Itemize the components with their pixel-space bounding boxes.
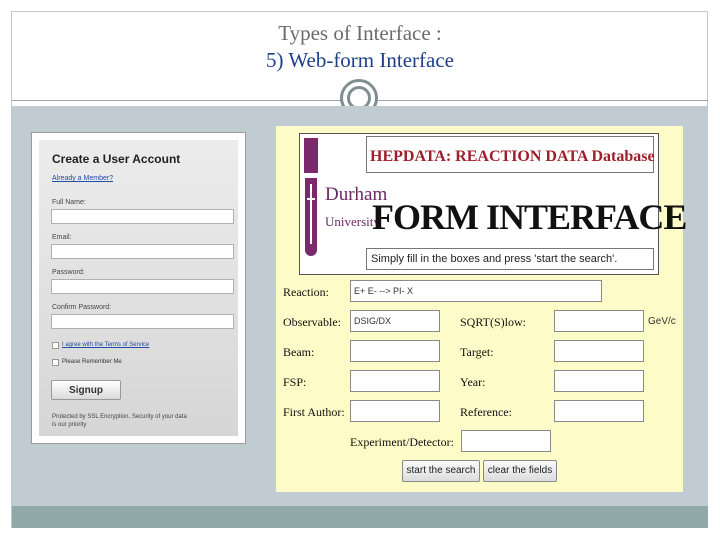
durham-cross-icon <box>305 178 317 256</box>
beam-label: Beam: <box>283 345 315 359</box>
target-label: Target: <box>460 345 494 359</box>
full-name-label: Full Name: <box>52 199 86 206</box>
password-input[interactable] <box>51 279 234 294</box>
full-name-input[interactable] <box>51 209 234 224</box>
year-label: Year: <box>460 375 486 389</box>
confirm-password-input[interactable] <box>51 314 234 329</box>
first-author-label: First Author: <box>283 405 345 419</box>
hepdata-form-panel: Durham University HEPDATA: REACTION DATA… <box>276 126 687 492</box>
clear-fields-button[interactable]: clear the fields <box>483 460 557 482</box>
fsp-label: FSP: <box>283 375 307 389</box>
security-note: Protected by SSL Encryption, Security of… <box>52 414 187 428</box>
crest-top-icon <box>304 138 318 173</box>
remember-me-checkbox[interactable] <box>52 359 59 366</box>
email-label: Email: <box>52 234 72 241</box>
password-label: Password: <box>52 269 85 276</box>
banner-title: FORM INTERFACE <box>372 197 687 237</box>
start-search-button[interactable]: start the search <box>402 460 480 482</box>
email-input[interactable] <box>51 244 234 259</box>
signup-form: Create a User Account Already a Member? … <box>39 140 238 436</box>
banner-heading: HEPDATA: REACTION DATA Database <box>370 148 655 165</box>
observable-label: Observable: <box>283 315 341 329</box>
already-member-link[interactable]: Already a Member? <box>52 175 113 182</box>
year-input[interactable] <box>554 370 644 392</box>
slide-footer-bar <box>12 506 708 528</box>
confirm-password-label: Confirm Password: <box>52 304 112 311</box>
beam-input[interactable] <box>350 340 440 362</box>
reference-label: Reference: <box>460 405 512 419</box>
sqrts-unit: GeV/c <box>648 316 676 327</box>
fsp-input[interactable] <box>350 370 440 392</box>
signup-panel: Create a User Account Already a Member? … <box>31 132 246 444</box>
remember-me-label: Please Remember Me <box>62 359 122 365</box>
agree-terms-checkbox[interactable] <box>52 342 59 349</box>
hepdata-banner: Durham University HEPDATA: REACTION DATA… <box>299 133 687 275</box>
experiment-input[interactable] <box>461 430 551 452</box>
slide-title-line1: Types of Interface : <box>278 21 442 45</box>
first-author-input[interactable] <box>350 400 440 422</box>
reaction-label: Reaction: <box>283 285 329 299</box>
reaction-input[interactable]: E+ E- --> PI- X <box>350 280 602 302</box>
banner-instructions: Simply fill in the boxes and press 'star… <box>366 248 654 270</box>
slide-title-line2: 5) Web-form Interface <box>266 48 454 72</box>
observable-input[interactable]: DSIG/DX <box>350 310 440 332</box>
signup-button[interactable]: Signup <box>51 380 121 400</box>
signup-heading: Create a User Account <box>52 152 181 166</box>
agree-terms-label[interactable]: I agree with the Terms of Service <box>62 342 149 348</box>
reference-input[interactable] <box>554 400 644 422</box>
experiment-label: Experiment/Detector: <box>350 435 454 449</box>
sqrts-low-input[interactable] <box>554 310 644 332</box>
target-input[interactable] <box>554 340 644 362</box>
sqrts-low-label: SQRT(S)low: <box>460 315 526 329</box>
slide-title: Types of Interface : 5) Web-form Interfa… <box>0 20 720 74</box>
